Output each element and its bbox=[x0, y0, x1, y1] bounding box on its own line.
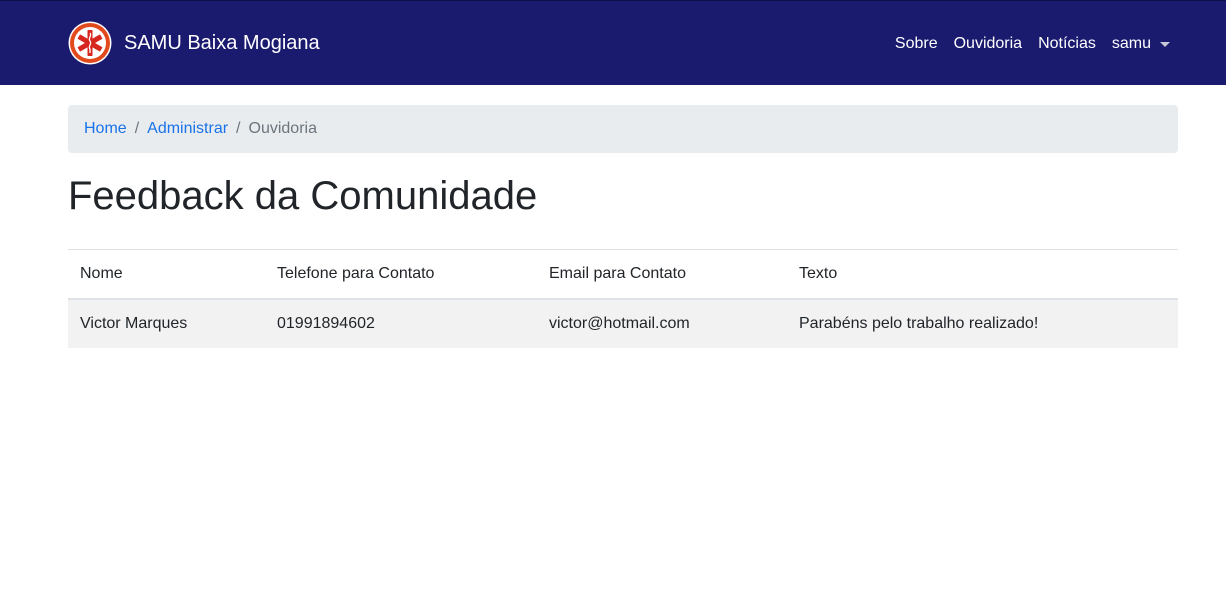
cell-nome: Victor Marques bbox=[80, 314, 188, 332]
navbar: SAMU Baixa Mogiana Sobre Ouvidoria Notíc… bbox=[0, 0, 1226, 85]
breadcrumb-separator: / bbox=[134, 120, 140, 137]
nav-link-sobre[interactable]: Sobre bbox=[895, 32, 938, 56]
column-header-texto: Texto bbox=[787, 249, 1178, 300]
breadcrumb: Home / Administrar / Ouvidoria bbox=[68, 105, 1178, 153]
cell-texto: Parabéns pelo trabalho realizado! bbox=[799, 314, 1039, 332]
breadcrumb-separator: / bbox=[236, 120, 241, 137]
page-title: Feedback da Comunidade bbox=[68, 174, 538, 218]
nav-link-noticias[interactable]: Notícias bbox=[1038, 32, 1096, 56]
column-header-nome: Nome bbox=[68, 249, 265, 300]
breadcrumb-administrar[interactable]: Administrar bbox=[147, 120, 228, 138]
cell-email: victor@hotmail.com bbox=[549, 314, 690, 332]
nav-link-ouvidoria[interactable]: Ouvidoria bbox=[954, 32, 1022, 56]
brand-name: SAMU Baixa Mogiana bbox=[124, 32, 320, 54]
breadcrumb-home[interactable]: Home bbox=[84, 120, 127, 138]
table-header-row: Nome Telefone para Contato Email para Co… bbox=[68, 249, 1178, 300]
feedback-table: Nome Telefone para Contato Email para Co… bbox=[68, 249, 1178, 348]
column-header-email: Email para Contato bbox=[537, 249, 787, 300]
table-row: Victor Marques 01991894602 victor@hotmai… bbox=[68, 298, 1178, 348]
caret-down-icon bbox=[1160, 42, 1170, 47]
nav-links: Sobre Ouvidoria Notícias samu bbox=[895, 32, 1170, 56]
breadcrumb-current: Ouvidoria bbox=[248, 120, 317, 137]
user-menu-dropdown[interactable]: samu bbox=[1112, 32, 1170, 56]
cell-telefone: 01991894602 bbox=[277, 314, 375, 332]
column-header-telefone: Telefone para Contato bbox=[265, 249, 537, 300]
star-of-life-icon bbox=[68, 21, 112, 65]
brand-link[interactable]: SAMU Baixa Mogiana bbox=[68, 21, 320, 65]
user-menu-label: samu bbox=[1111, 35, 1151, 52]
